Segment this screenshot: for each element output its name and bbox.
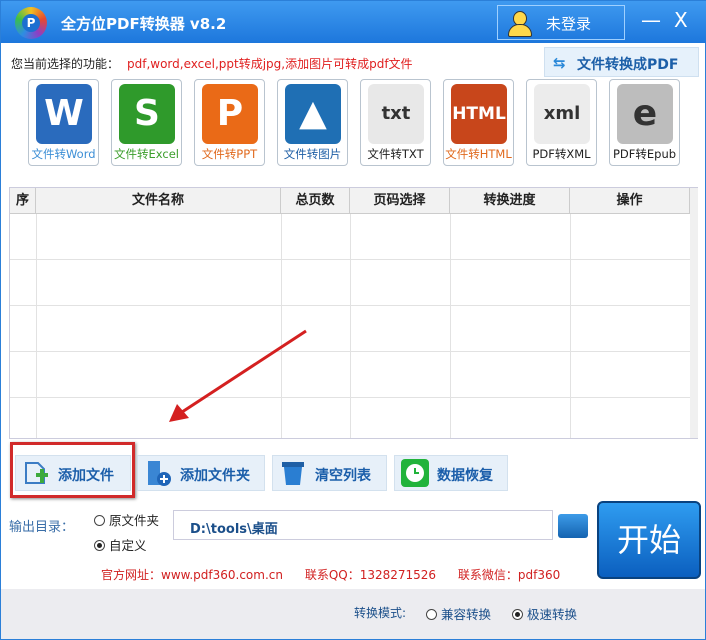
radio-fast-mode[interactable]: 极速转换 bbox=[512, 604, 577, 623]
tool-5[interactable]: HTML 文件转HTML bbox=[443, 79, 514, 166]
tool-icon: xml bbox=[534, 84, 590, 144]
tool-icon: e bbox=[617, 84, 673, 144]
add-file-icon bbox=[25, 462, 48, 484]
window-title: 全方位PDF转换器 v8.2 bbox=[61, 15, 227, 33]
tool-0[interactable]: W 文件转Word bbox=[28, 79, 99, 166]
col-index: 序 bbox=[10, 188, 36, 214]
tool-icon: ▲ bbox=[285, 84, 341, 144]
radio-circle bbox=[94, 515, 105, 526]
col-total-pages: 总页数 bbox=[281, 188, 350, 214]
tool-icon: S bbox=[119, 84, 175, 144]
login-button[interactable]: 未登录 bbox=[497, 5, 625, 40]
footer-bar bbox=[1, 589, 705, 639]
col-filename: 文件名称 bbox=[36, 188, 281, 214]
app-logo-icon: P bbox=[15, 7, 47, 39]
tool-1[interactable]: S 文件转Excel bbox=[111, 79, 182, 166]
tool-label: PDF转XML bbox=[532, 147, 591, 161]
radio-circle-selected bbox=[94, 540, 105, 551]
tool-label: 文件转图片 bbox=[283, 147, 342, 161]
tool-label: 文件转Word bbox=[31, 147, 96, 161]
tool-4[interactable]: txt 文件转TXT bbox=[360, 79, 431, 166]
clear-list-button[interactable]: 清空列表 bbox=[272, 455, 387, 491]
trash-icon bbox=[282, 462, 304, 485]
minimize-button[interactable]: — bbox=[641, 8, 661, 32]
output-path-input[interactable]: D:\tools\桌面 bbox=[173, 510, 553, 540]
tool-label: PDF转Epub bbox=[612, 147, 677, 161]
swap-arrows-icon: ⇆ bbox=[553, 54, 566, 72]
tool-label: 文件转TXT bbox=[367, 147, 424, 161]
tool-2[interactable]: P 文件转PPT bbox=[194, 79, 265, 166]
function-value: pdf,word,excel,ppt转成jpg,添加图片可转成pdf文件 bbox=[127, 57, 413, 71]
radio-circle-selected bbox=[512, 609, 523, 620]
wechat-contact: 联系微信：pdf360 bbox=[457, 568, 561, 582]
function-label: 您当前选择的功能： bbox=[11, 57, 120, 71]
website-link[interactable]: 官方网址：www.pdf360.com.cn bbox=[101, 568, 283, 582]
title-bar: P 全方位PDF转换器 v8.2 未登录 — X bbox=[1, 1, 706, 43]
col-progress: 转换进度 bbox=[450, 188, 570, 214]
col-actions: 操作 bbox=[570, 188, 690, 214]
tool-icon: txt bbox=[368, 84, 424, 144]
tool-label: 文件转HTML bbox=[445, 147, 512, 161]
radio-circle bbox=[426, 609, 437, 620]
col-page-select: 页码选择 bbox=[350, 188, 450, 214]
add-file-button[interactable]: 添加文件 bbox=[15, 455, 131, 491]
tool-6[interactable]: xml PDF转XML bbox=[526, 79, 597, 166]
qq-contact: 联系QQ：1328271526 bbox=[304, 568, 437, 582]
tool-icon: HTML bbox=[451, 84, 507, 144]
convert-to-pdf-button[interactable]: ⇆ 文件转换成PDF bbox=[544, 47, 699, 77]
radio-compatible-mode[interactable]: 兼容转换 bbox=[426, 604, 491, 623]
close-button[interactable]: X bbox=[674, 8, 688, 32]
tool-7[interactable]: e PDF转Epub bbox=[609, 79, 680, 166]
tool-icon: P bbox=[202, 84, 258, 144]
tool-3[interactable]: ▲ 文件转图片 bbox=[277, 79, 348, 166]
tool-label: 文件转PPT bbox=[201, 147, 258, 161]
contact-links: 官方网址：www.pdf360.com.cn 联系QQ：1328271526 联… bbox=[101, 566, 576, 583]
radio-source-folder[interactable]: 原文件夹 bbox=[94, 510, 159, 529]
user-avatar-icon bbox=[508, 11, 532, 37]
add-folder-button[interactable]: 添加文件夹 bbox=[137, 455, 265, 491]
tool-label: 文件转Excel bbox=[114, 147, 179, 161]
restore-data-button[interactable]: 数据恢复 bbox=[394, 455, 508, 491]
restore-clock-icon bbox=[401, 459, 429, 487]
mode-label: 转换模式: bbox=[354, 606, 407, 620]
start-button[interactable]: 开始 bbox=[597, 501, 701, 579]
browse-folder-icon[interactable] bbox=[558, 514, 588, 538]
tool-icon: W bbox=[36, 84, 92, 144]
table-scrollbar[interactable] bbox=[690, 188, 698, 438]
file-table: 序 文件名称 总页数 页码选择 转换进度 操作 bbox=[9, 187, 698, 439]
annotation-arrow bbox=[169, 329, 307, 422]
table-header: 序 文件名称 总页数 页码选择 转换进度 操作 bbox=[10, 188, 690, 214]
add-folder-icon bbox=[148, 461, 171, 486]
radio-custom-folder[interactable]: 自定义 bbox=[94, 535, 147, 554]
output-dir-label: 输出目录： bbox=[9, 520, 75, 535]
